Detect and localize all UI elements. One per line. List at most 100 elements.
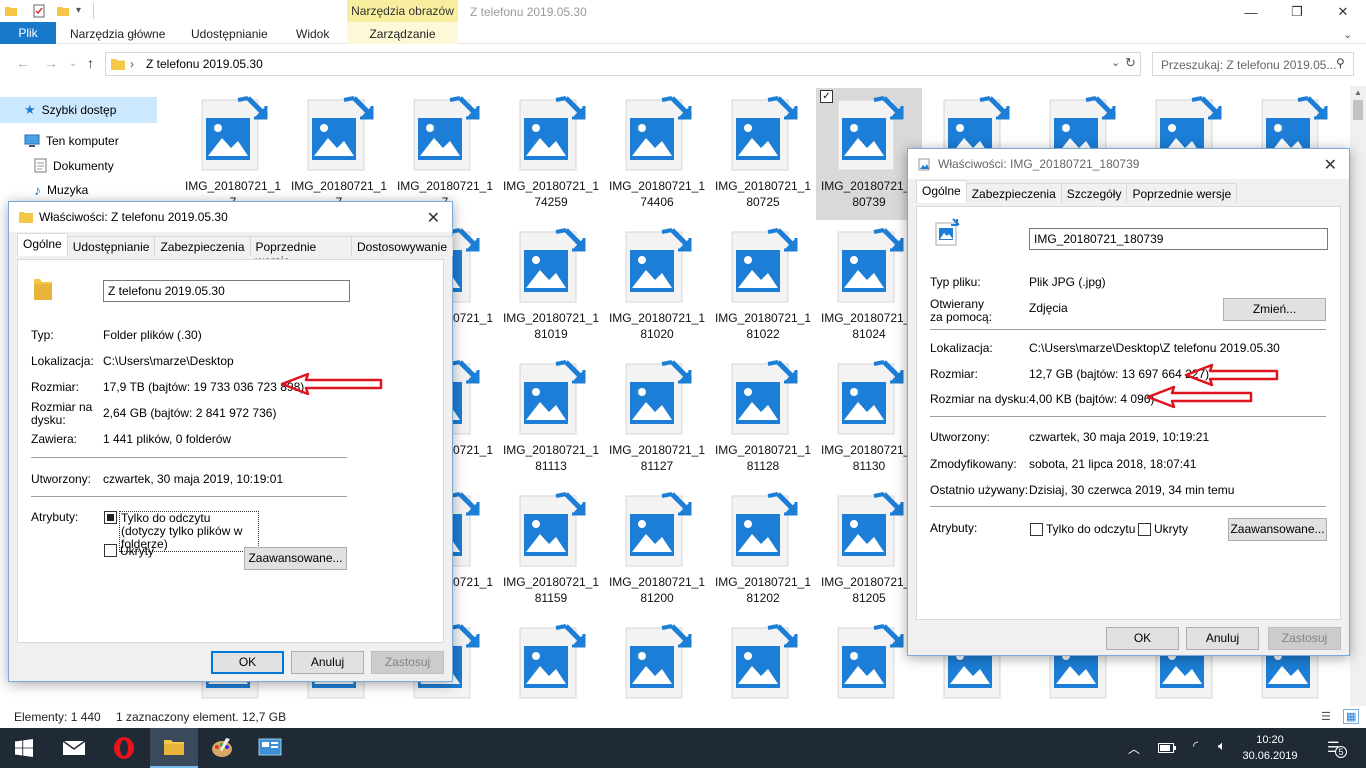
file-item[interactable]: IMG_20180721_181019 xyxy=(498,220,604,352)
scroll-thumb[interactable] xyxy=(1353,100,1363,120)
image-file-icon xyxy=(726,96,800,172)
type-value: Folder plików (.30) xyxy=(103,328,202,342)
new-folder-icon[interactable] xyxy=(56,4,70,18)
disk-size-value: 4,00 KB (bajtów: 4 096) xyxy=(1029,392,1155,406)
quick-access-dropdown-icon[interactable]: ▾ xyxy=(76,5,81,16)
search-input[interactable]: Przeszukaj: Z telefonu 2019.05... xyxy=(1152,52,1354,76)
file-item[interactable] xyxy=(710,616,816,706)
back-arrow-icon[interactable]: ← xyxy=(16,55,30,71)
apply-button[interactable]: Zastosuj xyxy=(1268,627,1341,650)
general-tab-panel: Z telefonu 2019.05.30 Typ: Folder plików… xyxy=(17,259,444,643)
hidden-checkbox[interactable] xyxy=(1138,523,1151,536)
show-hidden-icons-icon[interactable]: ︿ xyxy=(1128,740,1140,757)
file-item[interactable]: IMG_20180721_181202 xyxy=(710,484,816,616)
details-view-icon[interactable]: ☰ xyxy=(1321,710,1331,723)
forward-arrow-icon[interactable]: → xyxy=(44,55,58,71)
tab-view[interactable]: Widok xyxy=(296,22,329,44)
image-file-icon xyxy=(832,492,906,568)
folder-name-input[interactable]: Z telefonu 2019.05.30 xyxy=(103,280,350,302)
file-item[interactable]: IMG_20180721_181159 xyxy=(498,484,604,616)
file-name-input[interactable]: IMG_20180721_180739 xyxy=(1029,228,1328,250)
ok-button[interactable]: OK xyxy=(1106,627,1179,650)
search-icon[interactable]: ⚲ xyxy=(1336,56,1345,70)
folder-icon xyxy=(111,59,125,70)
mail-app-button[interactable] xyxy=(50,728,98,768)
folder-icon xyxy=(19,212,33,223)
file-name: IMG_20180721_174259 xyxy=(502,179,600,209)
tab-share[interactable]: Udostępnianie xyxy=(191,22,268,44)
file-item[interactable]: IMG_20180721_181113 xyxy=(498,352,604,484)
up-arrow-icon[interactable]: ↑ xyxy=(87,55,94,71)
expand-ribbon-icon[interactable]: ⌄ xyxy=(1343,28,1352,41)
hidden-label[interactable]: Ukryty xyxy=(1154,523,1188,536)
breadcrumb[interactable]: Z telefonu 2019.05.30 xyxy=(146,57,263,71)
file-item[interactable]: IMG_20180721_174259 xyxy=(498,88,604,220)
large-icons-view-icon[interactable]: ▦ xyxy=(1343,709,1360,724)
tab-general[interactable]: Ogólne xyxy=(17,233,68,256)
readonly-checkbox[interactable] xyxy=(1030,523,1043,536)
file-item[interactable]: IMG_20180721_174406 xyxy=(604,88,710,220)
tab-security[interactable]: Zabezpieczenia xyxy=(154,236,251,256)
hidden-label[interactable]: Ukryty xyxy=(120,545,154,558)
maximize-button[interactable]: ❐ xyxy=(1274,0,1320,24)
dialog-title: Właściwości: Z telefonu 2019.05.30 xyxy=(39,210,228,224)
tab-manage[interactable]: Zarządzanie xyxy=(347,22,458,44)
advanced-button[interactable]: Zaawansowane... xyxy=(1228,518,1327,541)
tab-details[interactable]: Szczegóły xyxy=(1060,183,1128,203)
created-value: czwartek, 30 maja 2019, 10:19:21 xyxy=(1029,430,1210,444)
opera-button[interactable] xyxy=(100,728,148,768)
volume-icon[interactable]: 🔈︎ xyxy=(1218,738,1226,754)
tab-customize[interactable]: Dostosowywanie xyxy=(350,236,453,256)
tab-file[interactable]: Plik xyxy=(0,22,56,44)
file-item[interactable] xyxy=(604,616,710,706)
sidebar-item-this-pc[interactable]: Ten komputer xyxy=(24,134,119,148)
tab-home[interactable]: Narzędzia główne xyxy=(70,22,165,44)
sidebar-item-documents[interactable]: Dokumenty xyxy=(34,158,114,173)
file-item[interactable]: IMG_20180721_181127 xyxy=(604,352,710,484)
file-item[interactable]: IMG_20180721_181200 xyxy=(604,484,710,616)
readonly-checkbox[interactable] xyxy=(104,511,117,524)
readonly-label[interactable]: Tylko do odczytu xyxy=(1046,523,1135,536)
minimize-button[interactable]: — xyxy=(1228,0,1274,24)
image-file-icon xyxy=(620,624,694,700)
file-name: IMG_20180721_181202 xyxy=(714,575,812,605)
recent-locations-icon[interactable]: ⌄ xyxy=(69,58,77,69)
cancel-button[interactable]: Anuluj xyxy=(1186,627,1259,650)
close-icon[interactable]: ✕ xyxy=(427,208,440,228)
refresh-icon[interactable]: ↻ xyxy=(1125,55,1136,71)
tab-previous-versions[interactable]: Poprzednie wersje xyxy=(249,236,352,268)
close-icon[interactable]: ✕ xyxy=(1324,155,1337,175)
close-button[interactable]: ✕ xyxy=(1320,0,1366,24)
file-item[interactable]: IMG_20180721_181022 xyxy=(710,220,816,352)
tab-sharing[interactable]: Udostępnianie xyxy=(66,236,156,256)
sidebar-item-music[interactable]: ♪ Muzyka xyxy=(34,182,88,198)
clock[interactable]: 10:20 30.06.2019 xyxy=(1240,732,1300,764)
tab-general[interactable]: Ogólne xyxy=(916,180,967,203)
ok-button[interactable]: OK xyxy=(211,651,284,674)
properties-icon[interactable] xyxy=(32,4,46,18)
control-panel-button[interactable] xyxy=(246,728,294,768)
file-explorer-button[interactable] xyxy=(150,728,198,768)
advanced-button[interactable]: Zaawansowane... xyxy=(244,547,347,570)
sidebar-item-quick-access-row[interactable]: ★ Szybki dostęp xyxy=(24,102,116,118)
file-item[interactable]: IMG_20180721_181128 xyxy=(710,352,816,484)
scroll-up-icon[interactable]: ▲ xyxy=(1354,88,1362,97)
clock-date: 30.06.2019 xyxy=(1242,750,1298,762)
file-item[interactable] xyxy=(498,616,604,706)
tab-previous-versions[interactable]: Poprzednie wersje xyxy=(1126,183,1238,203)
cancel-button[interactable]: Anuluj xyxy=(291,651,364,674)
action-center-button[interactable]: ☰ 5 xyxy=(1325,737,1347,759)
file-item[interactable]: IMG_20180721_180725 xyxy=(710,88,816,220)
created-label: Utworzony: xyxy=(930,430,991,444)
paint-app-button[interactable] xyxy=(198,728,246,768)
start-button[interactable] xyxy=(0,728,48,768)
scrollbar[interactable]: ▲ xyxy=(1350,86,1366,706)
wifi-icon[interactable]: ◜ xyxy=(1193,738,1198,754)
address-dropdown-icon[interactable]: ⌄ xyxy=(1111,56,1120,69)
apply-button[interactable]: Zastosuj xyxy=(371,651,444,674)
change-button[interactable]: Zmień... xyxy=(1223,298,1326,321)
battery-icon[interactable] xyxy=(1158,743,1176,753)
file-item[interactable]: IMG_20180721_181020 xyxy=(604,220,710,352)
hidden-checkbox[interactable] xyxy=(104,544,117,557)
tab-security[interactable]: Zabezpieczenia xyxy=(965,183,1062,203)
